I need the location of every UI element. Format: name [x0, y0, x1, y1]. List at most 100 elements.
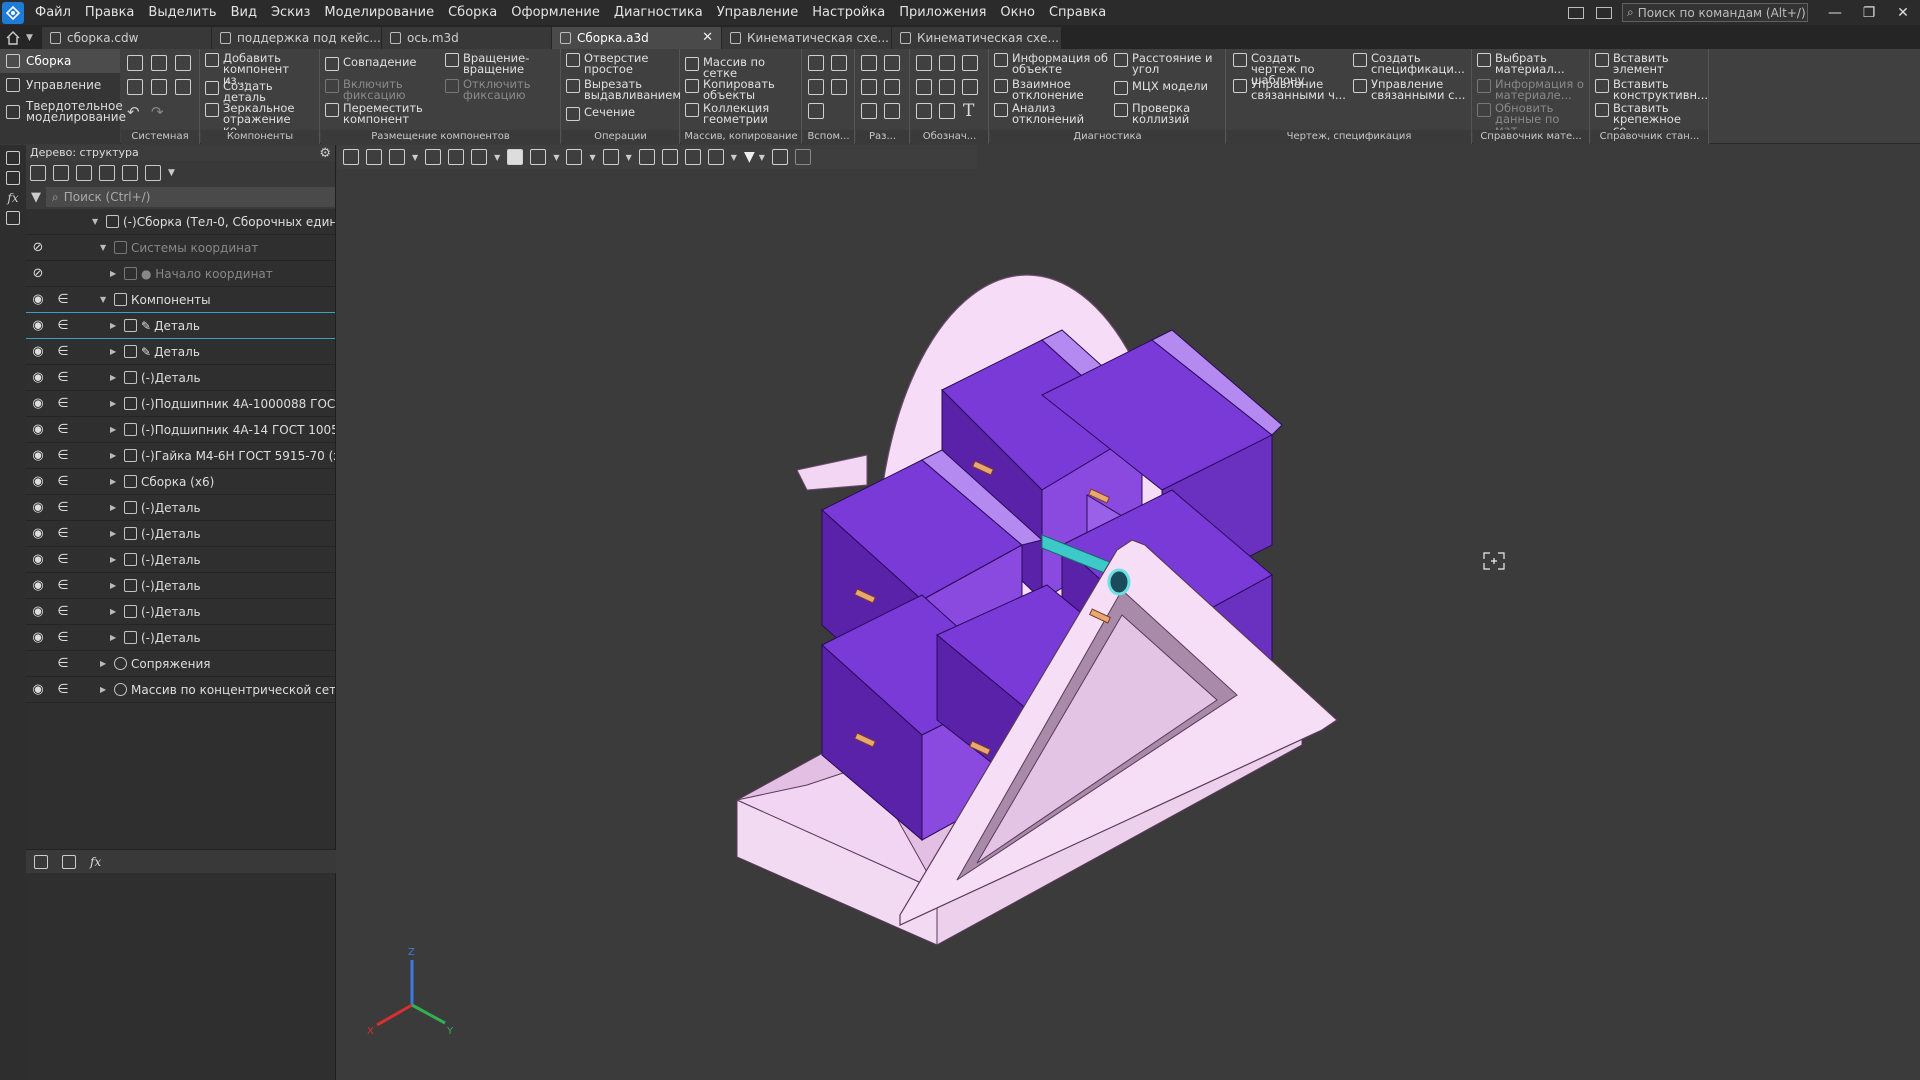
- grid-array-button[interactable]: Массив по сетке: [685, 56, 801, 79]
- selection-filter-icon[interactable]: ▼: [744, 149, 755, 165]
- tree-row-part-3[interactable]: ◉ ∈ ▶ (-)Деталь: [26, 365, 335, 391]
- extrude-cut-button[interactable]: Вырезать выдавливанием: [566, 78, 681, 101]
- tree-row-concentric-array[interactable]: ◉∈▶Массив по концентрической сетке:5: [26, 677, 335, 703]
- tree-row-coord-systems[interactable]: ⊘ ▼ Системы координат: [26, 235, 335, 261]
- angular-dim-icon[interactable]: [884, 55, 900, 71]
- display-dropdown-icon[interactable]: ▼: [553, 153, 559, 162]
- eye-icon[interactable]: ◉: [30, 318, 46, 333]
- mode-management[interactable]: Управление: [0, 73, 120, 97]
- open-file-icon[interactable]: [151, 55, 167, 71]
- distance-angle-button[interactable]: Расстояние и угол: [1114, 52, 1224, 75]
- layers-icon[interactable]: [6, 211, 20, 225]
- object-info-button[interactable]: Информация об объекте: [994, 52, 1110, 75]
- select-material-button[interactable]: Выбрать материал...: [1477, 52, 1589, 75]
- insert-construct-button[interactable]: Вставить конструктивн...: [1595, 78, 1708, 101]
- deviation-analysis-button[interactable]: Анализ отклонений: [994, 102, 1110, 125]
- roughness-icon[interactable]: [916, 55, 932, 71]
- include-icon[interactable]: ∈: [57, 578, 69, 593]
- tab-sborka-a3d[interactable]: Сборка.a3d ✕: [552, 27, 722, 49]
- include-icon[interactable]: ∈: [57, 474, 69, 489]
- menu-applications[interactable]: Приложения: [892, 0, 993, 25]
- coincidence-button[interactable]: Совпадение: [325, 56, 437, 71]
- 3d-viewport[interactable]: Z X Y ▼ ▼ ▼ ▼ ▼ ▼ ▼ ▼: [337, 145, 1920, 1080]
- wireframe-display-icon[interactable]: [530, 149, 547, 165]
- restore-button[interactable]: ❐: [1852, 5, 1886, 21]
- menu-edit[interactable]: Правка: [78, 0, 141, 25]
- diameter-dim-icon[interactable]: [884, 79, 900, 95]
- eye-icon[interactable]: ◉: [30, 500, 46, 515]
- eye-icon[interactable]: ◉: [30, 630, 46, 645]
- aux-curve-icon[interactable]: [808, 103, 824, 119]
- tree-row-subassembly[interactable]: ◉ ∈ ▶ Сборка (x6): [26, 469, 335, 495]
- include-icon[interactable]: ∈: [57, 396, 69, 411]
- save-all-icon[interactable]: [175, 79, 191, 95]
- aux-plane-icon[interactable]: [808, 55, 824, 71]
- tree-row-components[interactable]: ◉ ∈ ▼ Компоненты: [26, 287, 335, 313]
- tab-sborka-cdw[interactable]: сборка.cdw: [42, 27, 212, 49]
- tree-search-input[interactable]: ⌕ Поиск (Ctrl+/): [46, 187, 335, 207]
- menu-settings[interactable]: Настройка: [805, 0, 892, 25]
- tree-row-part-1[interactable]: ◉ ∈ ▶ ✎ Деталь: [26, 313, 335, 339]
- include-icon[interactable]: ∈: [57, 370, 69, 385]
- tree-row-part-8[interactable]: ◉ ∈ ▶ (-)Деталь: [26, 599, 335, 625]
- menu-window[interactable]: Окно: [993, 0, 1042, 25]
- tree-row-origin[interactable]: ⊘ ▶ ● Начало координат: [26, 261, 335, 287]
- tree-row-part-7[interactable]: ◉ ∈ ▶ (-)Деталь: [26, 573, 335, 599]
- assembly-model-render[interactable]: Z X Y: [337, 145, 1920, 1080]
- section-button[interactable]: Сечение: [566, 106, 678, 121]
- tree-settings-icon[interactable]: [145, 165, 161, 181]
- eye-icon[interactable]: ◉: [30, 578, 46, 593]
- tab-kinematic-1[interactable]: Кинематическая схе...: [722, 27, 892, 49]
- tree-row-bearing-2[interactable]: ◉∈▶(-)Подшипник 4А-14 ГОСТ 10058-9: [26, 417, 335, 443]
- tree-select-icon[interactable]: [99, 165, 115, 181]
- create-spec-button[interactable]: Создать спецификаци...: [1353, 52, 1469, 75]
- gear-icon[interactable]: ⚙: [319, 146, 331, 162]
- text-icon[interactable]: T: [963, 101, 974, 121]
- geometry-collection-button[interactable]: Коллекция геометрии: [685, 102, 801, 125]
- zoom-icon[interactable]: [389, 149, 405, 165]
- save-file-icon[interactable]: [175, 55, 191, 71]
- tree-row-part-9[interactable]: ◉ ∈ ▶ (-)Деталь: [26, 625, 335, 651]
- linear-dim-icon[interactable]: [861, 55, 877, 71]
- app-logo-icon[interactable]: [2, 1, 24, 24]
- tree-row-part-2[interactable]: ◉ ∈ ▶ ✎ Деталь: [26, 339, 335, 365]
- close-tab-icon[interactable]: ✕: [702, 30, 713, 45]
- manage-linked-drawings-button[interactable]: Управление связанными ч...: [1233, 78, 1349, 101]
- auto-dim-icon[interactable]: [861, 103, 877, 119]
- tree-tab-structure-icon[interactable]: [34, 854, 48, 869]
- weld-icon[interactable]: [962, 79, 978, 95]
- tree-tab-properties-icon[interactable]: [62, 854, 76, 869]
- command-search-input[interactable]: ⌕ Поиск по командам (Alt+/): [1622, 3, 1808, 22]
- mode-assembly[interactable]: Сборка: [0, 49, 120, 73]
- eye-icon[interactable]: ◉: [30, 448, 46, 463]
- tree-tab-variables-icon[interactable]: fx: [90, 855, 101, 869]
- explode-icon[interactable]: [684, 149, 701, 165]
- menu-view[interactable]: Вид: [224, 0, 264, 25]
- eye-icon[interactable]: ◉: [30, 422, 46, 437]
- shaded-display-icon[interactable]: [507, 149, 524, 165]
- panel-layout-icon[interactable]: [1568, 6, 1584, 19]
- insert-element-button[interactable]: Вставить элемент: [1595, 52, 1707, 75]
- undo-icon[interactable]: ↶: [127, 103, 140, 121]
- include-icon[interactable]: ∈: [57, 552, 69, 567]
- visibility-dropdown-icon[interactable]: ▼: [589, 153, 595, 162]
- eye-icon[interactable]: ◉: [30, 474, 46, 489]
- eye-icon[interactable]: ◉: [30, 682, 46, 697]
- camera-icon[interactable]: [602, 149, 619, 165]
- eye-icon[interactable]: ◉: [30, 526, 46, 541]
- include-icon[interactable]: ∈: [57, 682, 69, 697]
- mark-icon[interactable]: [939, 79, 955, 95]
- menu-diagnostics[interactable]: Диагностика: [607, 0, 710, 25]
- layers-view-icon[interactable]: [707, 149, 724, 165]
- properties-panel-icon[interactable]: [6, 171, 20, 185]
- manage-linked-spec-button[interactable]: Управление связанными с...: [1353, 78, 1469, 101]
- tabs-dropdown-icon[interactable]: ▼: [26, 27, 42, 49]
- variables-icon[interactable]: fx: [0, 191, 26, 205]
- include-icon[interactable]: ∈: [57, 526, 69, 541]
- menu-sketch[interactable]: Эскиз: [264, 0, 317, 25]
- aux-axis-icon[interactable]: [831, 55, 847, 71]
- home-icon[interactable]: [0, 27, 26, 49]
- menu-help[interactable]: Справка: [1042, 0, 1113, 25]
- include-icon[interactable]: ∈: [57, 604, 69, 619]
- create-part-button[interactable]: Создать деталь: [205, 80, 317, 103]
